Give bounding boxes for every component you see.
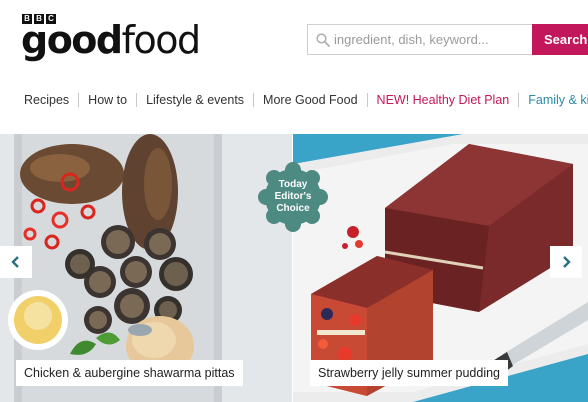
nav-more-good-food[interactable]: More Good Food (253, 93, 367, 107)
search-icon (316, 33, 330, 47)
slide-jelly-pudding[interactable]: Strawberry jelly summer pudding (293, 134, 588, 402)
slide-caption[interactable]: Chicken & aubergine shawarma pittas (16, 360, 243, 386)
search-bar: Search (307, 24, 588, 55)
nav-family-kids[interactable]: Family & kids (518, 93, 588, 107)
nav-how-to[interactable]: How to (78, 93, 136, 107)
slide-shawarma[interactable]: Chicken & aubergine shawarma pittas (0, 134, 292, 402)
site-header: B B C goodfood Search (0, 0, 588, 82)
carousel-next-button[interactable] (550, 246, 582, 278)
wordmark-food: food (121, 18, 202, 62)
badge-line-1: Today (278, 179, 308, 190)
goodfood-logo[interactable]: B B C goodfood (21, 14, 202, 66)
carousel-prev-button[interactable] (0, 246, 32, 278)
chevron-left-icon (11, 256, 19, 268)
badge-line-2: Editor's (274, 191, 312, 202)
slide-caption[interactable]: Strawberry jelly summer pudding (310, 360, 509, 386)
main-nav: Recipes How to Lifestyle & events More G… (0, 82, 588, 118)
nav-recipes[interactable]: Recipes (0, 93, 78, 107)
wordmark: goodfood (21, 18, 202, 62)
editors-choice-badge: Today Editor's Choice (257, 161, 329, 233)
badge-line-3: Choice (276, 203, 310, 214)
badge-text: Today Editor's Choice (257, 179, 329, 215)
search-button[interactable]: Search (532, 24, 588, 55)
chevron-right-icon (563, 256, 571, 268)
search-input[interactable] (334, 25, 530, 54)
nav-healthy-diet-plan[interactable]: NEW! Healthy Diet Plan (366, 93, 519, 107)
wordmark-good: good (21, 18, 123, 62)
nav-lifestyle-events[interactable]: Lifestyle & events (136, 93, 253, 107)
search-box (307, 24, 532, 55)
